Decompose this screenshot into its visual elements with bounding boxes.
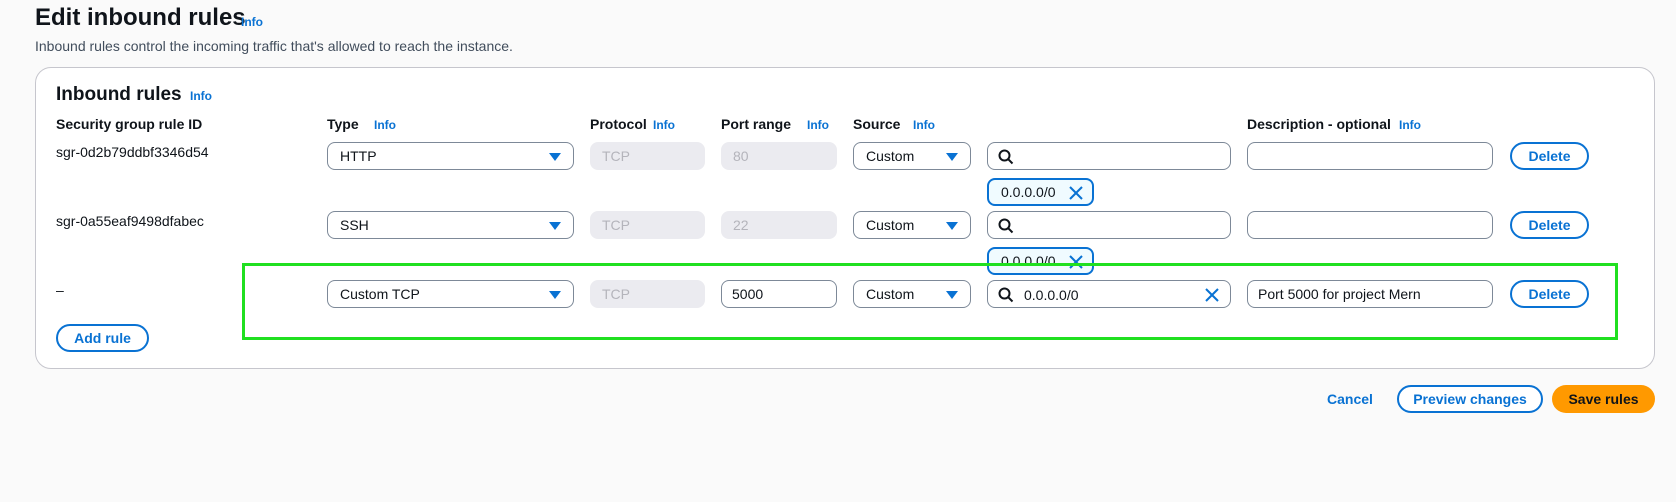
source-select-value: Custom (866, 148, 915, 164)
column-header-protocol: Protocol (590, 116, 647, 132)
source-search-input[interactable] (987, 211, 1231, 239)
source-info-link[interactable]: Info (913, 118, 935, 132)
type-select[interactable]: SSH (327, 211, 574, 239)
panel-title: Inbound rules (56, 84, 182, 105)
column-header-source: Source (853, 116, 901, 132)
save-rules-button[interactable]: Save rules (1552, 385, 1655, 413)
caret-down-icon (549, 291, 561, 299)
page-title: Edit inbound rules (35, 4, 246, 31)
description-input[interactable]: Port 5000 for project Mern (1247, 280, 1493, 308)
source-search-input[interactable] (987, 142, 1231, 170)
caret-down-icon (549, 222, 561, 230)
clear-icon[interactable] (1204, 287, 1220, 303)
caret-down-icon (946, 291, 958, 299)
source-token-label: 0.0.0.0/0 (1001, 253, 1056, 269)
type-info-link[interactable]: Info (374, 118, 396, 132)
source-search-value: 0.0.0.0/0 (1024, 287, 1079, 303)
panel-info-link[interactable]: Info (190, 89, 212, 103)
source-select-value: Custom (866, 286, 915, 302)
caret-down-icon (946, 222, 958, 230)
search-icon (998, 218, 1014, 234)
description-input[interactable] (1247, 142, 1493, 170)
rule-id: – (56, 282, 64, 298)
source-token[interactable]: 0.0.0.0/0 (987, 178, 1094, 206)
source-select[interactable]: Custom (853, 280, 971, 308)
column-header-type: Type (327, 116, 359, 132)
search-icon (998, 287, 1014, 303)
source-search-input[interactable]: 0.0.0.0/0 (987, 280, 1231, 308)
description-input[interactable] (1247, 211, 1493, 239)
page-description: Inbound rules control the incoming traff… (35, 38, 513, 54)
protocol-field: TCP (590, 142, 705, 170)
port-range-input[interactable]: 5000 (721, 280, 837, 308)
protocol-field: TCP (590, 211, 705, 239)
delete-button[interactable]: Delete (1510, 142, 1589, 170)
close-icon[interactable] (1068, 185, 1084, 201)
delete-button[interactable]: Delete (1510, 211, 1589, 239)
source-select[interactable]: Custom (853, 142, 971, 170)
rule-id: sgr-0d2b79ddbf3346d54 (56, 144, 209, 160)
source-token-label: 0.0.0.0/0 (1001, 184, 1056, 200)
caret-down-icon (549, 153, 561, 161)
description-info-link[interactable]: Info (1399, 118, 1421, 132)
rule-id: sgr-0a55eaf9498dfabec (56, 213, 204, 229)
search-icon (998, 149, 1014, 165)
type-select-value: SSH (340, 217, 369, 233)
preview-changes-button[interactable]: Preview changes (1397, 385, 1543, 413)
port-range-field: 80 (721, 142, 837, 170)
source-select-value: Custom (866, 217, 915, 233)
type-select[interactable]: HTTP (327, 142, 574, 170)
column-header-description: Description - optional (1247, 116, 1391, 132)
column-header-rule-id: Security group rule ID (56, 116, 203, 132)
close-icon[interactable] (1068, 254, 1084, 270)
caret-down-icon (946, 153, 958, 161)
protocol-info-link[interactable]: Info (653, 118, 675, 132)
cancel-button[interactable]: Cancel (1327, 391, 1373, 407)
port-range-info-link[interactable]: Info (807, 118, 829, 132)
type-select-value: Custom TCP (340, 286, 420, 302)
type-select[interactable]: Custom TCP (327, 280, 574, 308)
type-select-value: HTTP (340, 148, 377, 164)
source-select[interactable]: Custom (853, 211, 971, 239)
port-range-field: 22 (721, 211, 837, 239)
add-rule-button[interactable]: Add rule (56, 324, 149, 352)
source-token[interactable]: 0.0.0.0/0 (987, 247, 1094, 275)
page-title-info-link[interactable]: Info (241, 15, 263, 29)
column-header-port-range: Port range (721, 116, 792, 132)
protocol-field: TCP (590, 280, 705, 308)
delete-button[interactable]: Delete (1510, 280, 1589, 308)
